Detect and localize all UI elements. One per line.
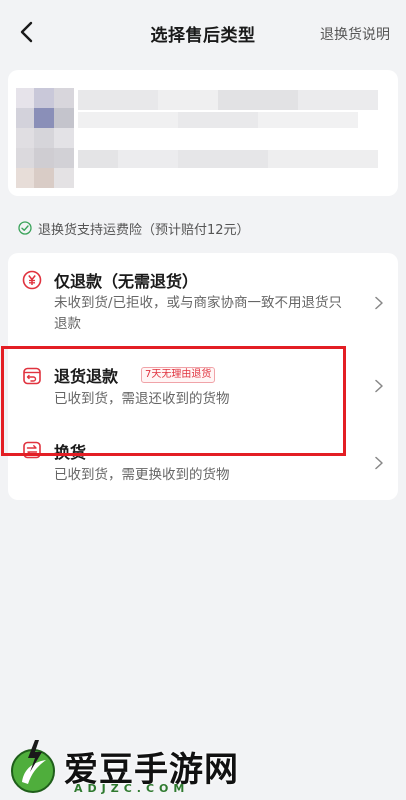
return-box-icon — [23, 367, 41, 385]
option-title: 仅退款（无需退货） — [54, 272, 199, 291]
chevron-right-icon — [375, 296, 383, 310]
return-policy-link[interactable]: 退换货说明 — [320, 24, 390, 44]
chevron-right-icon — [375, 456, 383, 470]
option-description: 已收到货，需退还收到的货物 — [54, 391, 230, 407]
page-title: 选择售后类型 — [150, 25, 256, 46]
watermark-url: ADJZC.COM — [74, 782, 190, 795]
option-description: 未收到货/已拒收，或与商家协商一致不用退货只退款 — [54, 295, 343, 332]
back-button[interactable] — [12, 18, 40, 46]
watermark-logo-icon — [11, 740, 55, 793]
seven-day-return-badge: 7天无理由退货 — [141, 367, 216, 383]
aftersale-options: 仅退款（无需退货） 未收到货/已拒收，或与商家协商一致不用退货只退款 退货退款 … — [8, 253, 398, 500]
check-circle-icon — [18, 221, 32, 235]
yen-icon — [22, 270, 42, 290]
product-card — [8, 70, 398, 196]
chevron-left-icon — [20, 21, 33, 43]
chevron-right-icon — [375, 379, 383, 393]
option-description: 已收到货，需更换收到的货物 — [54, 467, 230, 483]
option-return-refund[interactable]: 退货退款 7天无理由退货 已收到货，需退还收到的货物 — [8, 349, 398, 424]
option-title: 退货退款 — [54, 367, 119, 386]
site-watermark: 爱豆手游网 ADJZC.COM — [8, 738, 258, 795]
option-refund-only[interactable]: 仅退款（无需退货） 未收到货/已拒收，或与商家协商一致不用退货只退款 — [8, 253, 398, 345]
exchange-icon — [23, 441, 41, 459]
top-bar: 选择售后类型 退换货说明 — [0, 0, 406, 66]
shipping-insurance-note: 退换货支持运费险（预计赔付12元） — [18, 218, 250, 238]
option-title: 换货 — [54, 443, 87, 462]
option-exchange[interactable]: 换货 已收到货，需更换收到的货物 — [8, 428, 398, 500]
insurance-text: 退换货支持运费险（预计赔付12元） — [38, 222, 250, 238]
